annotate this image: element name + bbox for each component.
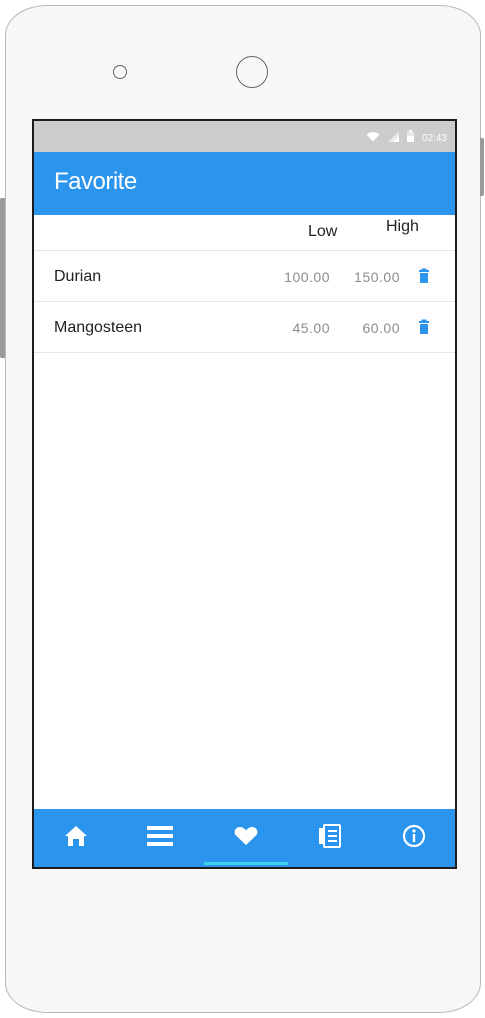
power-button <box>480 138 484 196</box>
list-icon <box>319 823 341 853</box>
volume-button <box>0 198 5 358</box>
app-bar: Favorite <box>34 152 455 215</box>
fruit-name: Mangosteen <box>54 319 143 336</box>
column-header: Low High <box>34 215 455 251</box>
low-price: 45.00 <box>292 320 330 336</box>
status-time: 02:43 <box>421 132 447 144</box>
phone-screen: 02:43 Favorite Low High Durian 100.00 15… <box>32 119 457 869</box>
column-high-label: High <box>386 218 419 235</box>
bottom-nav <box>34 809 455 867</box>
front-sensor <box>113 65 127 79</box>
heart-icon <box>234 826 258 851</box>
signal-icon <box>387 129 399 147</box>
trash-icon[interactable] <box>417 319 431 335</box>
home-icon <box>64 825 88 852</box>
wifi-icon <box>366 129 380 147</box>
front-camera <box>236 56 268 88</box>
status-bar: 02:43 <box>34 121 455 152</box>
nav-menu[interactable] <box>118 809 202 867</box>
battery-icon <box>406 129 414 147</box>
high-price: 150.00 <box>354 269 400 285</box>
favorite-row[interactable]: Durian 100.00 150.00 <box>34 251 455 302</box>
high-price: 60.00 <box>362 320 400 336</box>
favorite-row[interactable]: Mangosteen 45.00 60.00 <box>34 302 455 353</box>
menu-icon <box>147 825 173 851</box>
page-title: Favorite <box>54 168 137 195</box>
low-price: 100.00 <box>284 269 330 285</box>
status-icons: 02:43 <box>366 129 447 147</box>
trash-icon[interactable] <box>417 268 431 284</box>
active-tab-indicator <box>204 862 288 865</box>
fruit-name: Durian <box>54 268 102 285</box>
nav-info[interactable] <box>372 809 455 867</box>
nav-favorite[interactable] <box>204 809 288 867</box>
nav-list[interactable] <box>288 809 372 867</box>
info-icon <box>402 824 426 853</box>
nav-home[interactable] <box>34 809 118 867</box>
column-low-label: Low <box>308 223 338 240</box>
